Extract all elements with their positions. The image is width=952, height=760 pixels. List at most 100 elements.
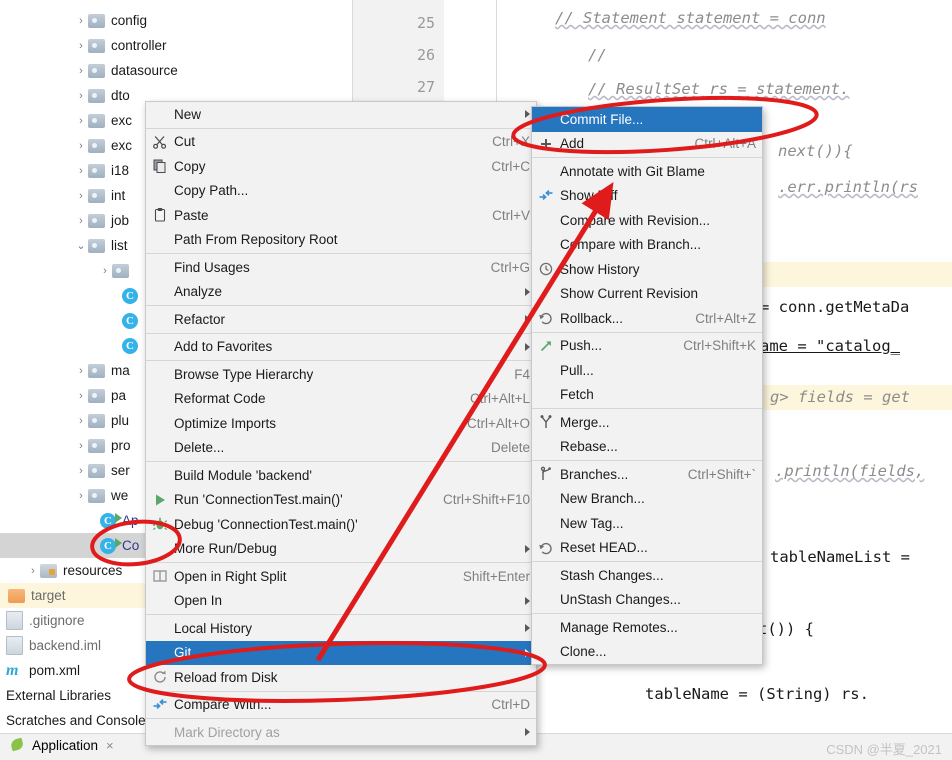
chevron-right-icon[interactable]: › [74, 115, 88, 127]
chevron-right-icon[interactable]: › [74, 90, 88, 102]
menu-item-new-branch[interactable]: New Branch... [532, 487, 762, 512]
menu-item-fetch[interactable]: Fetch [532, 383, 762, 408]
tree-item-nested-folder[interactable]: › [98, 258, 135, 283]
menu-item-add[interactable]: Add Ctrl+Alt+A [532, 132, 762, 157]
menu-item-pull[interactable]: Pull... [532, 358, 762, 383]
tree-item-resources[interactable]: › resources [26, 558, 122, 583]
git-submenu[interactable]: Commit File... Add Ctrl+Alt+A Annotate w… [531, 106, 763, 665]
menu-item-compare-with-revision[interactable]: Compare with Revision... [532, 208, 762, 233]
chevron-right-icon[interactable]: › [98, 265, 112, 277]
run-tool-window-tab[interactable]: Application × [10, 737, 114, 753]
menu-item-add-to-favorites[interactable]: Add to Favorites [146, 335, 536, 360]
menu-item-path-from-repository-root[interactable]: Path From Repository Root [146, 228, 536, 253]
menu-item-show-diff[interactable]: Show Diff [532, 184, 762, 209]
tree-item-scratches-and-consoles[interactable]: Scratches and Consoles [6, 708, 152, 733]
menu-item-copy[interactable]: Copy Ctrl+C [146, 154, 536, 179]
tree-item-listener[interactable]: ⌄ list [74, 233, 127, 258]
menu-item-paste[interactable]: Paste Ctrl+V [146, 203, 536, 228]
menu-item-compare-with[interactable]: Compare With... Ctrl+D [146, 693, 536, 718]
menu-item-stash-changes[interactable]: Stash Changes... [532, 563, 762, 588]
tree-item-plugin[interactable]: › plu [74, 408, 129, 433]
menu-item-new-tag[interactable]: New Tag... [532, 511, 762, 536]
menu-item-push[interactable]: Push... Ctrl+Shift+K [532, 334, 762, 359]
chevron-right-icon[interactable]: › [74, 165, 88, 177]
menu-item-git[interactable]: Git [146, 640, 536, 665]
tree-item-gitignore[interactable]: .gitignore [6, 608, 85, 633]
chevron-right-icon[interactable]: › [74, 465, 88, 477]
tree-item-config[interactable]: › config [74, 8, 147, 33]
tree-item-external-libraries[interactable]: External Libraries [6, 683, 111, 708]
chevron-right-icon[interactable]: › [74, 215, 88, 227]
tree-item-class-3[interactable]: C [122, 333, 144, 358]
menu-item-reformat-code[interactable]: Reformat Code Ctrl+Alt+L [146, 387, 536, 412]
menu-item-debug-connectiontest[interactable]: Debug 'ConnectionTest.main()' [146, 512, 536, 537]
chevron-right-icon[interactable]: › [74, 15, 88, 27]
tree-item-job[interactable]: › job [74, 208, 129, 233]
tree-item-mapper[interactable]: › ma [74, 358, 130, 383]
chevron-right-icon[interactable]: › [74, 440, 88, 452]
menu-item-run-connectiontest[interactable]: Run 'ConnectionTest.main()' Ctrl+Shift+F… [146, 488, 536, 513]
editor-fold-column[interactable] [444, 0, 497, 101]
chevron-right-icon[interactable]: › [74, 365, 88, 377]
menu-item-rollback[interactable]: Rollback... Ctrl+Alt+Z [532, 306, 762, 331]
tree-item-backend-iml[interactable]: backend.iml [6, 633, 101, 658]
iml-file-icon [6, 636, 23, 655]
menu-item-manage-remotes[interactable]: Manage Remotes... [532, 615, 762, 640]
tree-item-dto[interactable]: › dto [74, 83, 130, 108]
tree-item-pom-xml[interactable]: m pom.xml [6, 658, 80, 683]
tree-item-controller[interactable]: › controller [74, 33, 166, 58]
menu-item-commit-file[interactable]: Commit File... [532, 107, 762, 132]
tree-item-i18n[interactable]: › i18 [74, 158, 129, 183]
close-icon[interactable]: × [106, 738, 114, 753]
menu-item-build-module[interactable]: Build Module 'backend' [146, 463, 536, 488]
menu-item-analyze[interactable]: Analyze [146, 280, 536, 305]
tree-item-web[interactable]: › we [74, 483, 128, 508]
menu-item-open-in[interactable]: Open In [146, 589, 536, 614]
tree-item-service[interactable]: › ser [74, 458, 130, 483]
tree-item-class-1[interactable]: C [122, 283, 144, 308]
menu-item-show-history[interactable]: Show History [532, 257, 762, 282]
menu-item-compare-with-branch[interactable]: Compare with Branch... [532, 233, 762, 258]
menu-item-clone[interactable]: Clone... [532, 640, 762, 665]
menu-item-copy-path[interactable]: Copy Path... [146, 179, 536, 204]
chevron-right-icon[interactable]: › [74, 190, 88, 202]
tree-item-exception-1[interactable]: › exc [74, 108, 132, 133]
menu-item-merge[interactable]: Merge... [532, 410, 762, 435]
menu-item-optimize-imports[interactable]: Optimize Imports Ctrl+Alt+O [146, 411, 536, 436]
menu-item-delete[interactable]: Delete... Delete [146, 436, 536, 461]
menu-item-unstash-changes[interactable]: UnStash Changes... [532, 588, 762, 613]
menu-item-local-history[interactable]: Local History [146, 616, 536, 641]
menu-item-rebase[interactable]: Rebase... [532, 435, 762, 460]
menu-item-mark-directory-as[interactable]: Mark Directory as [146, 720, 536, 745]
menu-item-find-usages[interactable]: Find Usages Ctrl+G [146, 255, 536, 280]
chevron-right-icon[interactable]: › [74, 65, 88, 77]
tree-item-class-2[interactable]: C [122, 308, 144, 333]
tree-item-exception-2[interactable]: › exc [74, 133, 132, 158]
tree-item-interceptor[interactable]: › int [74, 183, 125, 208]
chevron-right-icon[interactable]: › [74, 40, 88, 52]
editor-gutter[interactable]: 25 26 27 [352, 0, 445, 101]
menu-item-annotate-with-git-blame[interactable]: Annotate with Git Blame [532, 159, 762, 184]
menu-item-new[interactable]: New [146, 102, 536, 127]
tree-item-target[interactable]: target [0, 583, 150, 608]
tree-item-datasource[interactable]: › datasource [74, 58, 178, 83]
chevron-right-icon[interactable]: › [26, 565, 40, 577]
menu-item-cut[interactable]: Cut Ctrl+X [146, 130, 536, 155]
chevron-right-icon[interactable]: › [74, 490, 88, 502]
menu-item-reload-from-disk[interactable]: Reload from Disk [146, 665, 536, 690]
chevron-down-icon[interactable]: ⌄ [74, 239, 88, 252]
menu-item-reset-head[interactable]: Reset HEAD... [532, 536, 762, 561]
menu-item-refactor[interactable]: Refactor [146, 307, 536, 332]
chevron-right-icon[interactable]: › [74, 140, 88, 152]
tree-item-param[interactable]: › pa [74, 383, 126, 408]
chevron-right-icon[interactable]: › [74, 390, 88, 402]
menu-item-more-run-debug[interactable]: More Run/Debug [146, 537, 536, 562]
chevron-right-icon[interactable]: › [74, 415, 88, 427]
tree-item-properties[interactable]: › pro [74, 433, 130, 458]
tree-item-application-class[interactable]: C Ap [100, 508, 139, 533]
menu-item-open-in-right-split[interactable]: Open in Right Split Shift+Enter [146, 564, 536, 589]
menu-item-browse-type-hierarchy[interactable]: Browse Type Hierarchy F4 [146, 362, 536, 387]
file-context-menu[interactable]: New Cut Ctrl+X Copy Ctrl+C Copy Path... … [145, 101, 537, 746]
menu-item-show-current-revision[interactable]: Show Current Revision [532, 282, 762, 307]
menu-item-branches[interactable]: Branches... Ctrl+Shift+` [532, 462, 762, 487]
